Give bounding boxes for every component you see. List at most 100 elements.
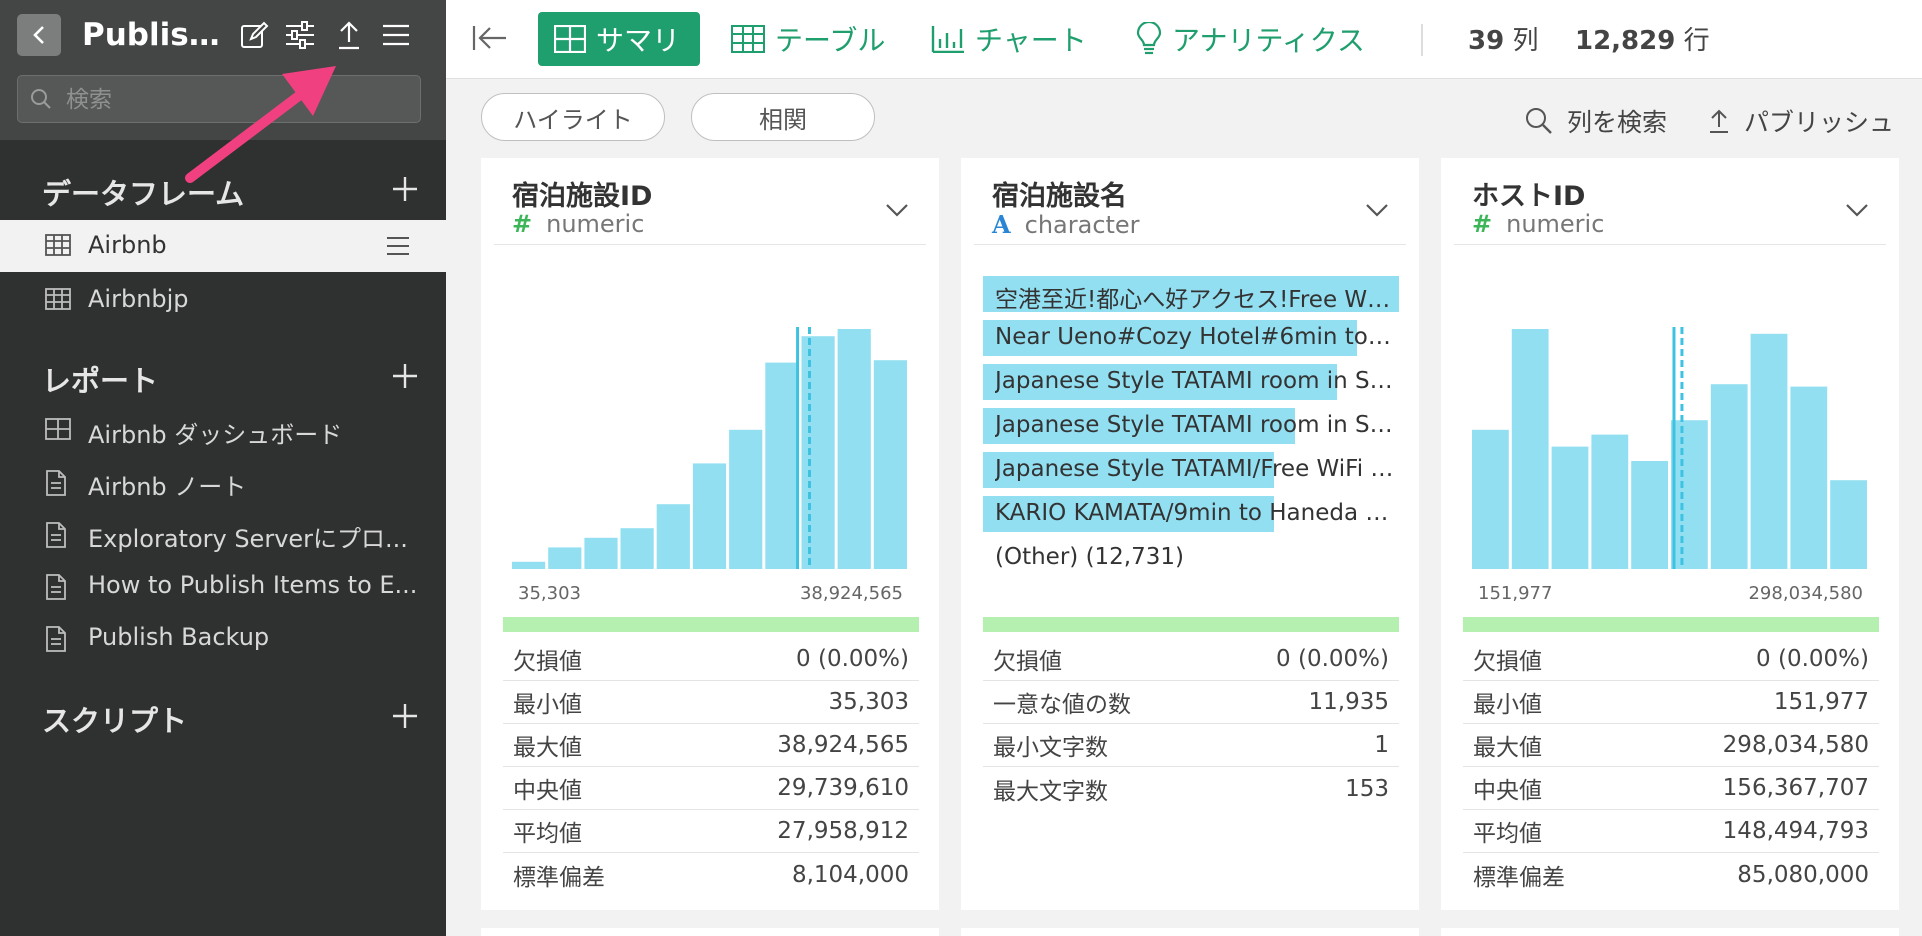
sidebar-item-label: Publish Backup <box>88 623 270 651</box>
tab-label: テーブル <box>775 24 886 57</box>
row-count-unit: 行 <box>1683 26 1710 56</box>
edit-button[interactable] <box>234 15 274 55</box>
histogram-bar <box>1671 420 1708 569</box>
histogram-chart <box>1472 327 1867 569</box>
tab-label: チャート <box>975 24 1087 57</box>
collapse-left-icon <box>472 26 506 50</box>
top-value-row: Japanese Style TATAMI room in Shin... <box>983 408 1399 444</box>
top-value-row: Japanese Style TATAMI room in Shin... <box>983 364 1399 400</box>
stat-row: 最小値 151,977 <box>1463 681 1879 724</box>
publish-button[interactable] <box>329 15 369 55</box>
stat-row: 欠損値 0 (0.00%) <box>983 638 1399 681</box>
top-value-label: Japanese Style TATAMI room in Shin... <box>995 368 1395 394</box>
missing-values-bar <box>1463 617 1879 632</box>
tab-table[interactable]: テーブル <box>731 12 885 66</box>
menu-button[interactable] <box>376 15 416 55</box>
next-card-peek <box>1441 928 1899 936</box>
column-type: # numeric <box>1472 210 1604 238</box>
search-input[interactable] <box>64 82 408 118</box>
settings-button[interactable] <box>280 15 320 55</box>
histogram-bar <box>1472 429 1509 569</box>
stat-row: 欠損値 0 (0.00%) <box>503 638 919 681</box>
edit-icon <box>241 21 269 48</box>
correlation-button[interactable]: 相関 <box>691 93 875 141</box>
histogram-bar <box>1710 384 1748 569</box>
section-label: スクリプト <box>42 704 188 738</box>
stat-row: 中央値 156,367,707 <box>1463 767 1879 810</box>
sidebar-item-airbnbjp[interactable]: Airbnbjp <box>0 274 446 326</box>
add-dataframe-button[interactable] <box>385 169 425 209</box>
stat-label: 最大値 <box>1473 735 1542 761</box>
sidebar-item-label: Airbnb ダッシュボード <box>88 421 343 449</box>
column-menu-button[interactable] <box>877 190 917 230</box>
sidebar-item-dashboard[interactable]: Airbnb ダッシュボード <box>0 404 446 456</box>
stat-row: 最小値 35,303 <box>503 681 919 724</box>
histogram-bar <box>1750 333 1788 569</box>
sliders-icon <box>286 21 314 49</box>
search-columns-label: 列を検索 <box>1567 108 1668 137</box>
column-menu-button[interactable] <box>1837 190 1877 230</box>
sidebar-search <box>17 75 421 123</box>
chevron-left-icon <box>33 26 44 44</box>
top-value-label: KARIO KAMATA/9min to Haneda Air... <box>995 500 1395 526</box>
add-report-button[interactable] <box>385 356 425 396</box>
sidebar-item-publish-backup[interactable]: Publish Backup <box>0 612 446 664</box>
stat-row: 平均値 148,494,793 <box>1463 810 1879 853</box>
column-card-host-id: ホストID # numeric 151,977 298,034,580 欠損値 0 … <box>1441 158 1899 910</box>
column-count: 39 列 <box>1468 20 1538 57</box>
lightbulb-icon <box>1136 22 1162 55</box>
search-columns-button[interactable]: 列を検索 <box>1525 103 1667 139</box>
add-script-button[interactable] <box>385 696 425 736</box>
stat-label: 平均値 <box>513 821 582 847</box>
histogram-bar <box>548 547 582 569</box>
stat-value: 0 (0.00%) <box>796 646 909 672</box>
stat-row: 平均値 27,958,912 <box>503 810 919 853</box>
stat-label: 最小値 <box>513 692 582 718</box>
publish-link[interactable]: パブリッシュ <box>1708 103 1894 139</box>
hamburger-icon <box>383 24 409 46</box>
plus-icon <box>393 177 417 201</box>
stats-table: 欠損値 0 (0.00%) 最小値 151,977 最大値 298,034,580 中… <box>1463 638 1879 896</box>
histogram-bar <box>656 504 690 569</box>
column-menu-button[interactable] <box>1357 190 1397 230</box>
tab-chart[interactable]: チャート <box>931 12 1087 66</box>
chevron-down-icon <box>1366 204 1388 217</box>
item-menu-button[interactable] <box>380 228 416 264</box>
tab-summary[interactable]: サマリ <box>538 12 701 66</box>
stat-row: 標準偏差 85,080,000 <box>1463 853 1879 896</box>
toolbar-divider <box>1421 24 1423 56</box>
tab-label: アナリティクス <box>1172 24 1365 57</box>
sidebar-item-note[interactable]: Airbnb ノート <box>0 456 446 508</box>
stat-row: 欠損値 0 (0.00%) <box>1463 638 1879 681</box>
column-title: 宿泊施設ID <box>512 181 653 212</box>
stat-value: 11,935 <box>1308 689 1389 715</box>
histogram-bar <box>1790 386 1828 569</box>
sidebar-item-label: How to Publish Items to E... <box>88 571 418 599</box>
stat-value: 298,034,580 <box>1722 732 1869 758</box>
search-icon <box>31 89 51 109</box>
stat-value: 35,303 <box>828 689 909 715</box>
axis-max-label: 298,034,580 <box>1748 583 1863 604</box>
reports-section: レポート <box>0 350 446 400</box>
column-title: 宿泊施設名 <box>992 181 1127 212</box>
stat-label: 中央値 <box>513 778 582 804</box>
stat-value: 151,977 <box>1773 689 1869 715</box>
sidebar-item-airbnb[interactable]: Airbnb <box>0 220 446 272</box>
histogram-bar <box>765 362 799 569</box>
tab-analytics[interactable]: アナリティクス <box>1136 12 1365 66</box>
stat-label: 標準偏差 <box>1473 864 1565 891</box>
top-value-row: Japanese Style TATAMI/Free WiFi in ... <box>983 452 1399 488</box>
collapse-sidebar-button[interactable] <box>470 18 510 58</box>
histogram-bar <box>584 537 618 569</box>
highlight-button[interactable]: ハイライト <box>481 93 665 141</box>
search-icon <box>1526 108 1552 134</box>
back-button[interactable] <box>17 14 61 56</box>
sidebar-item-how-to-publish[interactable]: How to Publish Items to E... <box>0 560 446 612</box>
stat-row: 最小文字数 1 <box>983 724 1399 767</box>
column-card-facility-id: 宿泊施設ID # numeric 35,303 38,924,565 欠損値 0 (… <box>481 158 939 910</box>
stat-row: 中央値 29,739,610 <box>503 767 919 810</box>
missing-values-bar <box>503 617 919 632</box>
sidebar-item-exploratory-server[interactable]: Exploratory Serverにプロ... <box>0 508 446 560</box>
histogram-chart <box>512 327 907 569</box>
histogram-bar <box>1511 329 1549 569</box>
